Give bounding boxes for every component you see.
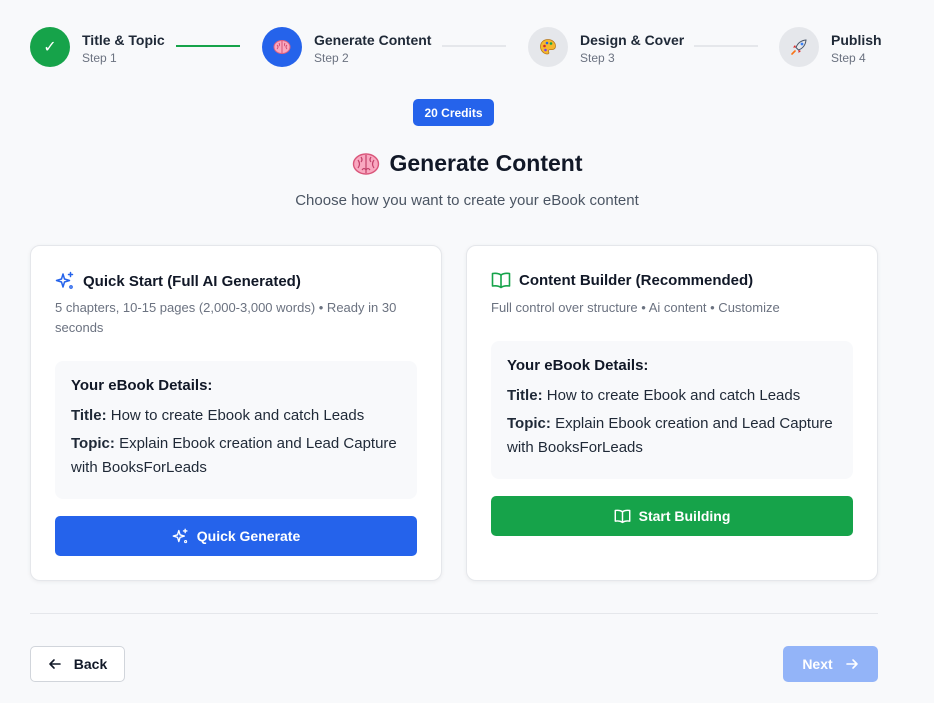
details-title-line: Title: How to create Ebook and catch Lea… [507,384,837,408]
content-builder-title-text: Content Builder (Recommended) [519,271,754,289]
details-title-value: How to create Ebook and catch Leads [110,407,365,424]
arrow-left-icon [48,659,61,669]
next-button[interactable]: Next [783,646,878,682]
content-builder-card: Content Builder (Recommended) Full contr… [466,245,878,581]
details-topic-label: Topic: [507,415,551,432]
step-1-indicator: ✓ [30,27,70,67]
palette-icon [540,39,556,55]
details-title-label: Title: [507,387,543,404]
start-building-label: Start Building [638,508,731,524]
content-builder-title: Content Builder (Recommended) [491,271,753,289]
step-4-indicator [779,27,819,67]
content-builder-details: Your eBook Details: Title: How to create… [491,341,853,479]
quick-start-title: Quick Start (Full AI Generated) [55,271,301,291]
details-heading: Your eBook Details: [71,377,213,394]
content-builder-description: Full control over structure • Ai content… [491,300,780,315]
page-title: Generate Content [0,150,934,177]
step-3-title: Design & Cover [580,32,685,48]
quick-start-description: 5 chapters, 10-15 pages (2,000-3,000 wor… [55,300,397,335]
step-2-subtitle: Step 2 [314,51,349,65]
book-open-icon [614,509,631,524]
quick-start-details: Your eBook Details: Title: How to create… [55,361,417,499]
sparkles-icon [172,528,188,543]
details-title-value: How to create Ebook and catch Leads [546,387,801,404]
details-title-line: Title: How to create Ebook and catch Lea… [71,404,401,428]
credits-badge: 20 Credits [413,99,494,126]
back-button[interactable]: Back [30,646,125,682]
step-2-title: Generate Content [314,32,432,48]
back-label: Back [73,656,108,672]
next-label: Next [802,656,833,672]
step-4-subtitle: Step 4 [831,51,866,65]
step-3-subtitle: Step 3 [580,51,615,65]
brain-icon [273,40,291,54]
details-topic-label: Topic: [71,435,115,452]
book-open-icon [491,272,511,289]
details-topic-line: Topic: Explain Ebook creation and Lead C… [507,412,837,460]
quick-generate-button[interactable]: Quick Generate [55,516,417,556]
step-4-title: Publish [831,32,882,48]
brain-icon [352,152,379,175]
page-subtitle: Choose how you want to create your eBook… [295,192,639,209]
step-1-subtitle: Step 1 [82,51,117,65]
quick-start-card: Quick Start (Full AI Generated) 5 chapte… [30,245,442,581]
page-title-text: Generate Content [389,150,583,176]
step-1-title: Title & Topic [82,32,165,48]
details-topic-value: Explain Ebook creation and Lead Capture … [71,435,397,476]
quick-start-title-text: Quick Start (Full AI Generated) [83,272,301,290]
progress-stepper: ✓ Title & Topic Step 1 Generate Content … [0,0,934,95]
quick-generate-label: Quick Generate [196,528,301,544]
details-heading: Your eBook Details: [507,357,649,374]
step-3-indicator [528,27,568,67]
details-topic-value: Explain Ebook creation and Lead Capture … [507,415,833,456]
check-icon: ✓ [43,39,57,56]
step-connector-1 [176,45,240,47]
step-connector-3 [694,45,758,47]
step-connector-2 [442,45,506,47]
start-building-button[interactable]: Start Building [491,496,853,536]
sparkles-icon [55,271,74,289]
details-title-label: Title: [71,407,107,424]
rocket-icon [791,39,807,55]
details-topic-line: Topic: Explain Ebook creation and Lead C… [71,432,401,480]
step-2-indicator [262,27,302,67]
arrow-right-icon [845,659,858,669]
footer-divider [30,613,878,614]
